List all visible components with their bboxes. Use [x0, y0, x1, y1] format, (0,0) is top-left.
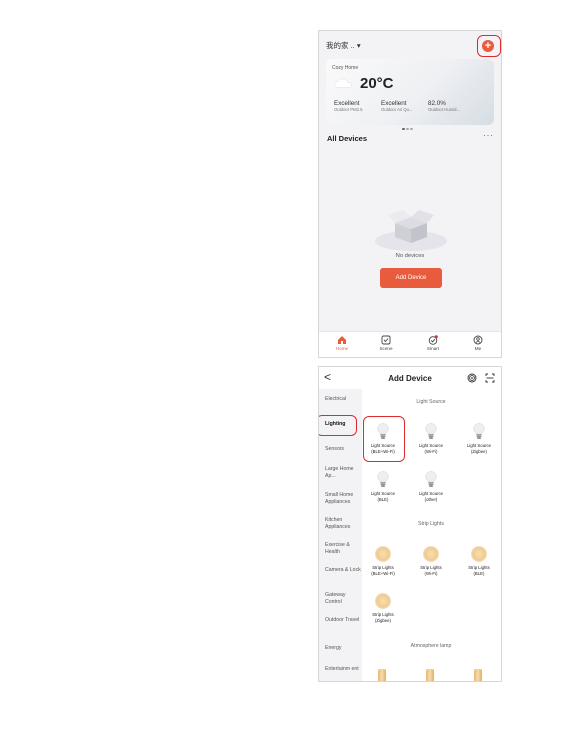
all-devices-heading: All Devices [327, 134, 368, 143]
strip-light-icon [423, 546, 439, 562]
highlight-ring-device [363, 416, 405, 462]
category-electrical[interactable]: Electrical [325, 396, 361, 403]
qr-scan-icon[interactable] [485, 373, 495, 383]
device-strip-lights-zigbee[interactable]: Strip Lights (Zigbee) [361, 593, 405, 623]
category-small-home-appliances[interactable]: Small Home Appliances [325, 492, 361, 505]
tab-smart[interactable]: Smart [413, 335, 453, 351]
home-screen: 我的家 .. ▾ + Cozy Home 20°C Excellent Outd… [318, 30, 502, 358]
category-outdoor-travel[interactable]: Outdoor Travel [325, 617, 361, 624]
temperature: 20°C [360, 75, 394, 92]
tab-scene[interactable]: Scene [366, 335, 406, 351]
atmosphere-lamp-icon[interactable] [378, 669, 386, 681]
empty-state-text: No devices [395, 253, 425, 259]
bulb-icon [473, 423, 485, 439]
category-kitchen-appliances[interactable]: Kitchen Appliances [325, 517, 361, 530]
highlight-ring-add [477, 35, 501, 57]
weather-card[interactable]: Cozy Home 20°C Excellent Outdoor PM2.5 E… [326, 59, 494, 130]
strip-light-icon [375, 546, 391, 562]
tab-bar: Home Scene Smart Me [319, 331, 501, 357]
device-strip-lights-wifi[interactable]: Strip Lights (Wi-Fi) [409, 546, 453, 576]
category-entertainment[interactable]: Entertainm ent [325, 666, 361, 673]
more-icon[interactable]: ··· [483, 130, 494, 140]
device-light-source-zigbee[interactable]: Light Source (Zigbee) [457, 423, 501, 454]
highlight-ring-lighting [319, 415, 357, 436]
empty-box-illustration [375, 210, 447, 251]
bulb-icon [377, 471, 389, 487]
category-camera-lock[interactable]: Camera & Lock [325, 567, 361, 574]
tab-home[interactable]: Home [322, 335, 362, 351]
section-title-light-source: Light Source [416, 399, 446, 405]
device-light-source-ble[interactable]: Light Source (BLE) [361, 471, 405, 502]
home-selector[interactable]: 我的家 .. ▾ [326, 40, 361, 51]
category-large-home-appliances[interactable]: Large Home Ap... [325, 466, 361, 479]
weather-location: Cozy Home [332, 65, 359, 71]
auto-scan-icon[interactable] [467, 373, 477, 383]
device-strip-lights-ble[interactable]: Strip Lights (BLE) [457, 546, 501, 576]
home-icon [338, 336, 346, 344]
cloud-icon [334, 78, 352, 88]
category-gateway-control[interactable]: Gateway Control [325, 592, 361, 605]
add-device-screen: < Add Device Electrical Lighting Sensors… [318, 366, 502, 682]
category-exercise-health[interactable]: Exercise & Health [325, 542, 361, 555]
device-light-source-wifi[interactable]: Light Source (Wi-Fi) [409, 423, 453, 454]
tab-me[interactable]: Me [458, 335, 498, 351]
device-light-source-other[interactable]: Light Source (other) [409, 471, 453, 502]
smart-icon [428, 335, 438, 345]
section-title-strip-lights: Strip Lights [418, 521, 444, 527]
strip-light-icon [375, 593, 391, 609]
atmosphere-lamp-icon[interactable] [426, 669, 434, 681]
bulb-icon [425, 423, 437, 439]
weather-stat: 82.0% Outdoor Humid... [428, 100, 460, 112]
scene-icon [381, 335, 391, 345]
atmosphere-lamp-icon[interactable] [474, 669, 482, 681]
bulb-icon [425, 471, 437, 487]
strip-light-icon [471, 546, 487, 562]
category-sensors[interactable]: Sensors [325, 446, 361, 453]
category-energy[interactable]: Energy [325, 645, 361, 652]
weather-stat: Excellent Outdoor PM2.5 [334, 100, 363, 112]
section-title-atmosphere-lamp: Atmosphere lamp [410, 643, 452, 649]
weather-stat: Excellent Outdoor Air Qu... [381, 100, 413, 112]
device-strip-lights-ble-wifi[interactable]: Strip Lights (BLE+Wi-Fi) [361, 546, 405, 576]
add-device-button[interactable]: Add Device [380, 268, 442, 288]
page-indicator [402, 117, 414, 135]
me-icon [473, 335, 483, 345]
